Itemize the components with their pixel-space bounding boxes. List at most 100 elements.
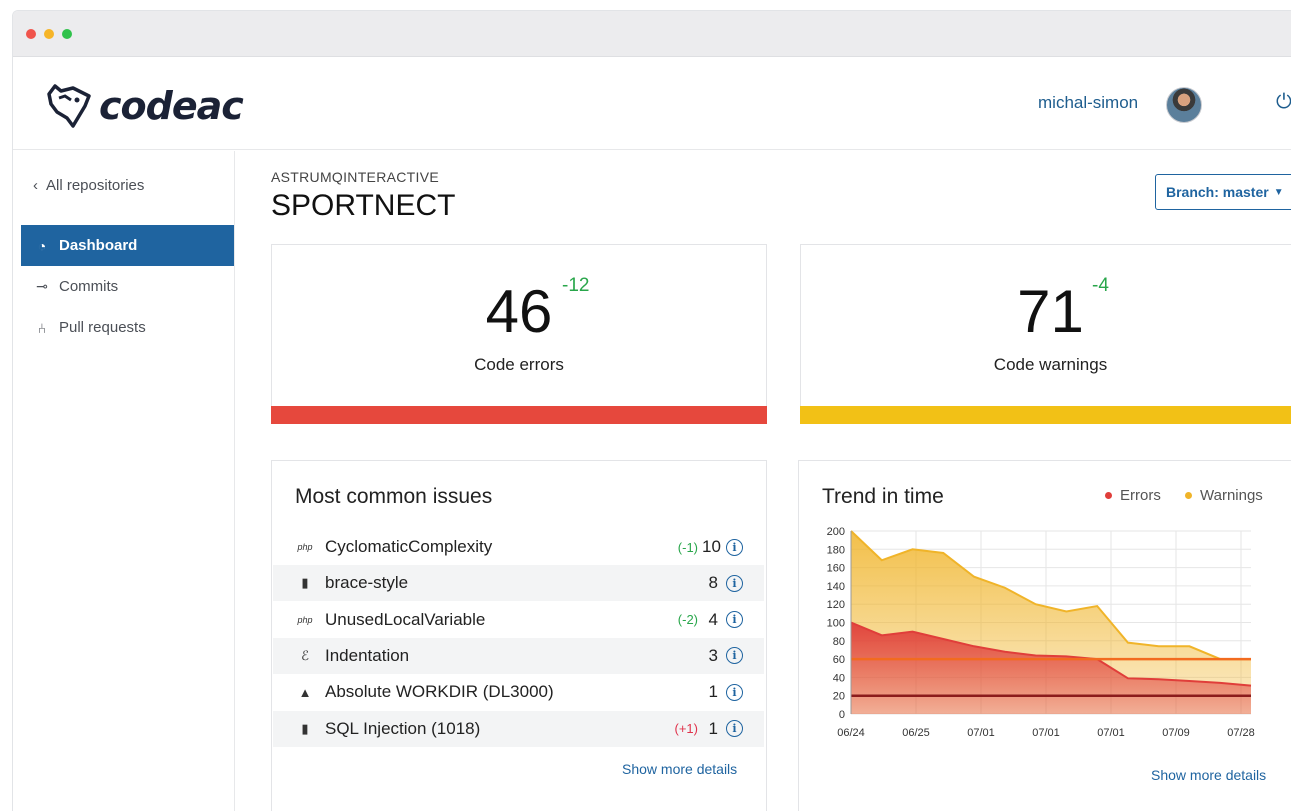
back-link-label: All repositories [46, 177, 145, 194]
issue-name: Indentation [325, 645, 410, 665]
y-tick-label: 180 [827, 544, 845, 556]
y-tick-label: 0 [839, 709, 845, 721]
y-tick-label: 200 [827, 527, 845, 538]
y-tick-label: 100 [827, 618, 845, 630]
y-tick-label: 160 [827, 563, 845, 575]
most-common-issues-panel: Most common issues php CyclomaticComplexi… [271, 460, 767, 811]
issue-name: SQL Injection (1018) [325, 718, 481, 738]
issue-row[interactable]: ▮ brace-style 8 i [273, 565, 764, 602]
x-tick-label: 07/01 [1032, 727, 1060, 739]
warnings-legend-dot-icon [1185, 492, 1192, 499]
caret-down-icon: ▼ [1273, 186, 1284, 198]
errors-delta: -12 [562, 275, 590, 296]
brand-logo[interactable]: codeac [43, 82, 244, 130]
issue-name: UnusedLocalVariable [325, 609, 486, 629]
info-icon[interactable]: i [726, 611, 743, 629]
issue-name: CyclomaticComplexity [325, 537, 493, 556]
y-tick-label: 40 [833, 672, 845, 684]
errors-count: 46 [485, 278, 553, 345]
code-warnings-card: 71 -4 Code warnings [800, 244, 1291, 424]
legend-warnings: Warnings [1185, 487, 1263, 504]
issue-delta: (+1) [674, 721, 698, 736]
y-tick-label: 80 [833, 636, 845, 648]
issue-count: 4 [708, 609, 718, 629]
maximize-window-button[interactable] [62, 29, 72, 39]
y-tick-label: 60 [833, 654, 845, 666]
trend-show-more-link[interactable]: Show more details [1151, 767, 1266, 783]
sidebar-item-label: Commits [59, 278, 119, 295]
js-icon: ▮ [301, 575, 309, 591]
sass-icon: ℰ [301, 647, 309, 663]
branch-select-label: Branch: master [1166, 184, 1269, 200]
issues-title: Most common issues [295, 485, 493, 508]
issues-show-more-link[interactable]: Show more details [622, 761, 737, 777]
close-window-button[interactable] [26, 29, 36, 39]
chevron-left-icon: ‹ [33, 177, 38, 194]
pull-request-icon: ⑃ [37, 319, 47, 336]
back-to-repositories-link[interactable]: ‹ All repositories [33, 177, 144, 194]
issue-row[interactable]: php CyclomaticComplexity (-1) 10 i [273, 529, 764, 565]
x-tick-label: 06/25 [902, 727, 930, 739]
issue-name: brace-style [325, 573, 409, 593]
sidebar-item-label: Pull requests [59, 319, 146, 336]
gauge-icon: ◔ [37, 237, 47, 254]
js-icon: ▮ [301, 720, 309, 736]
errors-label: Code errors [474, 355, 564, 374]
issue-count: 1 [708, 682, 718, 702]
commit-icon: ⊸ [36, 278, 48, 294]
info-icon[interactable]: i [726, 683, 743, 701]
organization-name: ASTRUMQINTERACTIVE [271, 169, 439, 185]
trend-title: Trend in time [822, 485, 944, 508]
issue-name: Absolute WORKDIR (DL3000) [325, 682, 554, 702]
errors-legend-dot-icon [1105, 492, 1112, 499]
warnings-color-bar [800, 406, 1291, 424]
warnings-label: Code warnings [993, 355, 1108, 374]
issue-count: 3 [708, 645, 718, 665]
power-icon[interactable]: ⏻ [1276, 91, 1291, 114]
sidebar-nav: ◔ Dashboard ⊸ Commits ⑃ Pull requests [21, 225, 234, 348]
avatar[interactable] [1166, 87, 1202, 123]
warnings-delta: -4 [1092, 275, 1109, 296]
info-icon[interactable]: i [726, 647, 743, 665]
username-link[interactable]: michal-simon [1038, 93, 1138, 113]
browser-window: codeac michal-simon ⏻ ‹ All repositories… [12, 10, 1291, 811]
main-content: ASTRUMQINTERACTIVE SPORTNECT Branch: mas… [271, 151, 1291, 811]
branch-select[interactable]: Branch: master ▼ [1155, 174, 1291, 210]
sidebar-item-label: Dashboard [59, 237, 138, 254]
php-icon: php [297, 614, 313, 625]
issue-row[interactable]: ▮ SQL Injection (1018) (+1) 1 i [273, 710, 764, 747]
x-tick-label: 07/28 [1227, 727, 1255, 739]
docker-icon: ▲ [298, 684, 312, 700]
legend-label: Errors [1120, 487, 1161, 504]
errors-color-bar [271, 406, 767, 424]
issue-count: 1 [708, 718, 718, 738]
issue-row[interactable]: ℰ Indentation 3 i [273, 637, 764, 674]
sidebar: ‹ All repositories ◔ Dashboard ⊸ Commits… [13, 151, 235, 811]
php-icon: php [297, 542, 313, 552]
legend-errors: Errors [1105, 487, 1161, 504]
bear-logo-icon [47, 84, 91, 128]
issue-delta: (-2) [677, 612, 698, 628]
trend-chart: 0 20 40 60 80 100 120 140 160 180 200 06/24 06/25 07/… [827, 527, 1255, 739]
issue-row[interactable]: ▲ Absolute WORKDIR (DL3000) 1 i [273, 674, 764, 710]
sidebar-item-commits[interactable]: ⊸ Commits [21, 266, 234, 307]
info-icon[interactable]: i [726, 538, 743, 556]
sidebar-item-pull-requests[interactable]: ⑃ Pull requests [21, 307, 234, 348]
issue-row[interactable]: php UnusedLocalVariable (-2) 4 i [273, 602, 764, 638]
sidebar-item-dashboard[interactable]: ◔ Dashboard [21, 225, 234, 266]
x-tick-label: 07/09 [1162, 727, 1190, 739]
window-titlebar [13, 11, 1291, 57]
y-tick-label: 120 [827, 599, 845, 611]
x-tick-label: 06/24 [837, 727, 865, 739]
brand-name: codeac [99, 84, 244, 128]
issue-count: 8 [708, 573, 718, 593]
info-icon[interactable]: i [726, 720, 743, 737]
warnings-count: 71 [1017, 278, 1084, 345]
minimize-window-button[interactable] [44, 29, 54, 39]
trend-in-time-panel: Trend in time Errors Warnings 0 20 40 60 80 1… [798, 460, 1291, 811]
app-header: codeac michal-simon ⏻ [13, 58, 1291, 150]
issue-delta: (-1) [677, 539, 698, 555]
info-icon[interactable]: i [726, 574, 743, 592]
page-title: SPORTNECT [271, 189, 456, 222]
legend-label: Warnings [1200, 487, 1263, 504]
